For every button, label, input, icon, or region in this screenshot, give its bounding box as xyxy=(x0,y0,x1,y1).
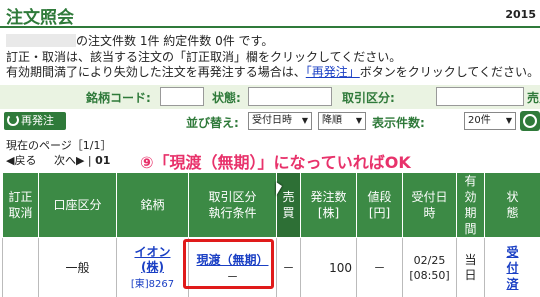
chevron-down-icon: ▼ xyxy=(355,116,362,125)
next-link[interactable]: 次へ▶ xyxy=(54,154,84,167)
cell-cancel[interactable] xyxy=(2,237,39,297)
status-link[interactable]: 受付済 xyxy=(485,244,540,292)
count-value: 20件 xyxy=(468,115,491,126)
sort-bar: 再発注 並び替え: 受付日時 ▼ 降順 ▼ 表示件数: 20件 ▼ xyxy=(0,110,540,134)
cell-status: 受付済 xyxy=(484,237,540,297)
masked-account xyxy=(6,34,76,47)
repost-button[interactable]: 再発注 xyxy=(4,112,66,130)
repost-link[interactable]: 「再発注」 xyxy=(306,65,360,79)
cell-qty: 100 xyxy=(300,237,357,297)
col-stock: 銘柄 xyxy=(116,172,189,238)
buy-sell-label: 売買 xyxy=(527,91,540,105)
col-trade-type: 取引区分 執行条件 xyxy=(188,172,277,238)
col-qty: 発注数 [株] xyxy=(300,172,357,238)
page-number[interactable]: 01 xyxy=(95,154,110,167)
col-price: 値段 [円] xyxy=(356,172,403,238)
notice-repost-before: 有効期間満了により失効した注文を再発注する場合は、 xyxy=(6,65,306,79)
summary-text: の注文件数 1件 約定件数 0件 です。 xyxy=(76,34,274,48)
cell-account: 一般 xyxy=(38,237,117,297)
repost-button-label: 再発注 xyxy=(21,114,54,127)
table-header-row: 訂正 取消 口座区分 銘柄 取引区分 執行条件 売買 発注数 [株] 値段 [円] 受付… xyxy=(2,172,540,238)
sort-order-select[interactable]: 降順 ▼ xyxy=(318,112,366,130)
year-label: 2015 xyxy=(505,8,536,21)
stock-code-input[interactable] xyxy=(160,87,204,106)
stock-code: [東]8267 xyxy=(130,279,175,290)
mouse-cursor-icon xyxy=(276,182,282,196)
stock-name-link[interactable]: イオン (株) xyxy=(117,245,188,275)
col-received: 受付日時 xyxy=(402,172,457,238)
count-label: 表示件数: xyxy=(372,116,425,130)
prev-link[interactable]: ◀戻る xyxy=(6,154,36,167)
col-account: 口座区分 xyxy=(38,172,117,238)
pager: ◀戻る 次へ▶ | 01 xyxy=(6,154,111,167)
status-select[interactable] xyxy=(248,87,332,106)
search-icon xyxy=(523,114,537,128)
search-button[interactable] xyxy=(520,111,540,131)
highlight-box xyxy=(183,239,274,289)
col-cancel: 訂正 取消 xyxy=(2,172,39,238)
cell-received: 02/25 [08:50] xyxy=(402,237,457,297)
trade-type-select[interactable] xyxy=(436,87,524,106)
page-info: 現在のページ［1/1］ xyxy=(6,139,112,152)
title-bar: 注文照会 2015 xyxy=(0,0,540,28)
col-validity: 有効期間 xyxy=(456,172,485,238)
count-select[interactable]: 20件 ▼ xyxy=(464,112,516,130)
status-label: 状態: xyxy=(212,91,241,105)
sort-field-value: 受付日時 xyxy=(252,115,292,126)
sort-label: 並び替え: xyxy=(186,116,239,130)
notice-repost-after: ボタンをクリックしてください。 xyxy=(359,65,540,79)
chevron-down-icon: ▼ xyxy=(301,116,308,125)
refresh-icon xyxy=(7,114,19,126)
sort-order-value: 降順 xyxy=(322,115,342,126)
cell-price: － xyxy=(356,237,403,297)
filter-bar: 銘柄コード: 状態: 取引区分: 売買 xyxy=(0,85,540,109)
cell-stock: イオン (株) [東]8267 xyxy=(116,237,189,297)
cell-buy-sell: － xyxy=(276,237,301,297)
trade-type-label: 取引区分: xyxy=(342,91,395,105)
col-status: 状態 xyxy=(484,172,540,238)
annotation-note: ⑨「現渡（無期）」になっていればOK xyxy=(140,153,411,172)
notice-repost: 有効期間満了により失効した注文を再発注する場合は、「再発注」ボタンをクリックして… xyxy=(6,63,539,80)
chevron-down-icon: ▼ xyxy=(505,116,512,125)
stock-code-label: 銘柄コード: xyxy=(86,91,151,105)
cell-validity: 当日 xyxy=(456,237,485,297)
sort-field-select[interactable]: 受付日時 ▼ xyxy=(248,112,312,130)
order-summary: の注文件数 1件 約定件数 0件 です。 xyxy=(6,32,273,49)
page-title: 注文照会 xyxy=(6,8,74,28)
